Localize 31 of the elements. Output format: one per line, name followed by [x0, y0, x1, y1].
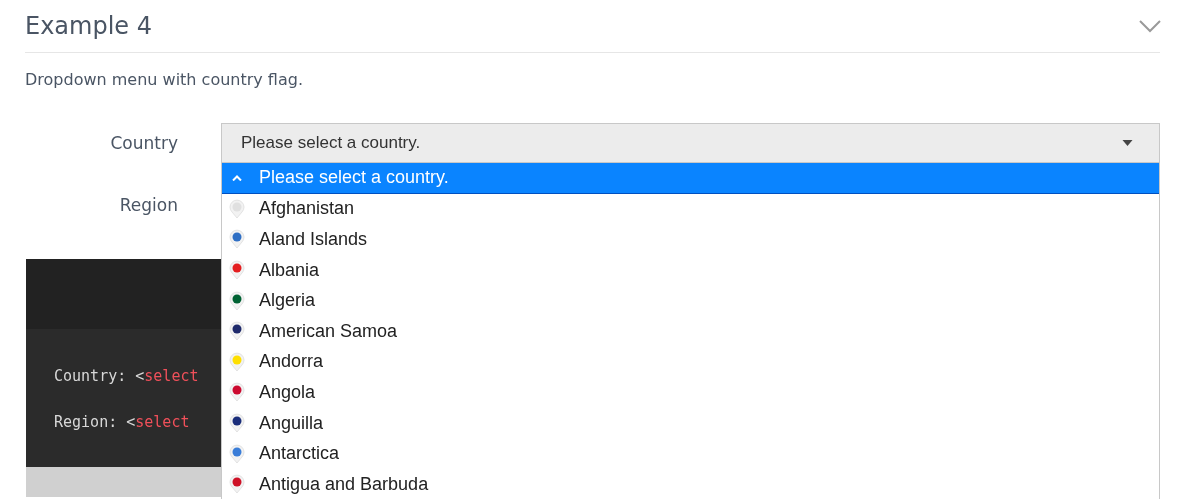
flag-pin-icon [229, 260, 245, 281]
dropdown-option[interactable]: Angola [222, 377, 1159, 408]
section-title: Example 4 [25, 12, 153, 40]
flag-pin-icon [229, 413, 245, 434]
caret-up-icon [232, 174, 242, 181]
caret-icon [1122, 140, 1133, 146]
description: Dropdown menu with country flag. [25, 70, 304, 91]
code-line: Country: <select [54, 366, 199, 387]
flag-pin-icon [229, 321, 245, 342]
dropdown-option[interactable]: Please select a country. [222, 163, 1159, 194]
flag-pin-icon [229, 474, 245, 495]
flag-pin-icon [229, 443, 245, 464]
chevron-icon[interactable] [1139, 19, 1161, 33]
dropdown-option[interactable]: Albania [222, 254, 1159, 286]
code-line: Region: <select [54, 412, 190, 433]
flag-pin-icon [229, 382, 245, 403]
flag-pin-icon [229, 351, 245, 372]
dropdown-option[interactable]: American Samoa [222, 315, 1159, 347]
flag-pin-icon [229, 198, 245, 219]
dropdown-option[interactable]: Antigua and Barbuda [222, 468, 1159, 499]
dropdown-option[interactable]: Anguilla [222, 407, 1159, 439]
dropdown-option[interactable]: Afghanistan [222, 193, 1159, 225]
flag-pin-icon [229, 229, 245, 250]
dropdown-option[interactable]: Antarctica [222, 438, 1159, 469]
dropdown-option[interactable]: Algeria [222, 285, 1159, 316]
field-label: Region [118, 195, 178, 215]
flag-pin-icon [229, 290, 245, 311]
dropdown-option[interactable]: Aland Islands [222, 224, 1159, 255]
dropdown-option[interactable]: Andorra [222, 346, 1159, 378]
country-select[interactable]: Please select a country. [221, 123, 1160, 163]
field-label: Country [109, 133, 178, 153]
